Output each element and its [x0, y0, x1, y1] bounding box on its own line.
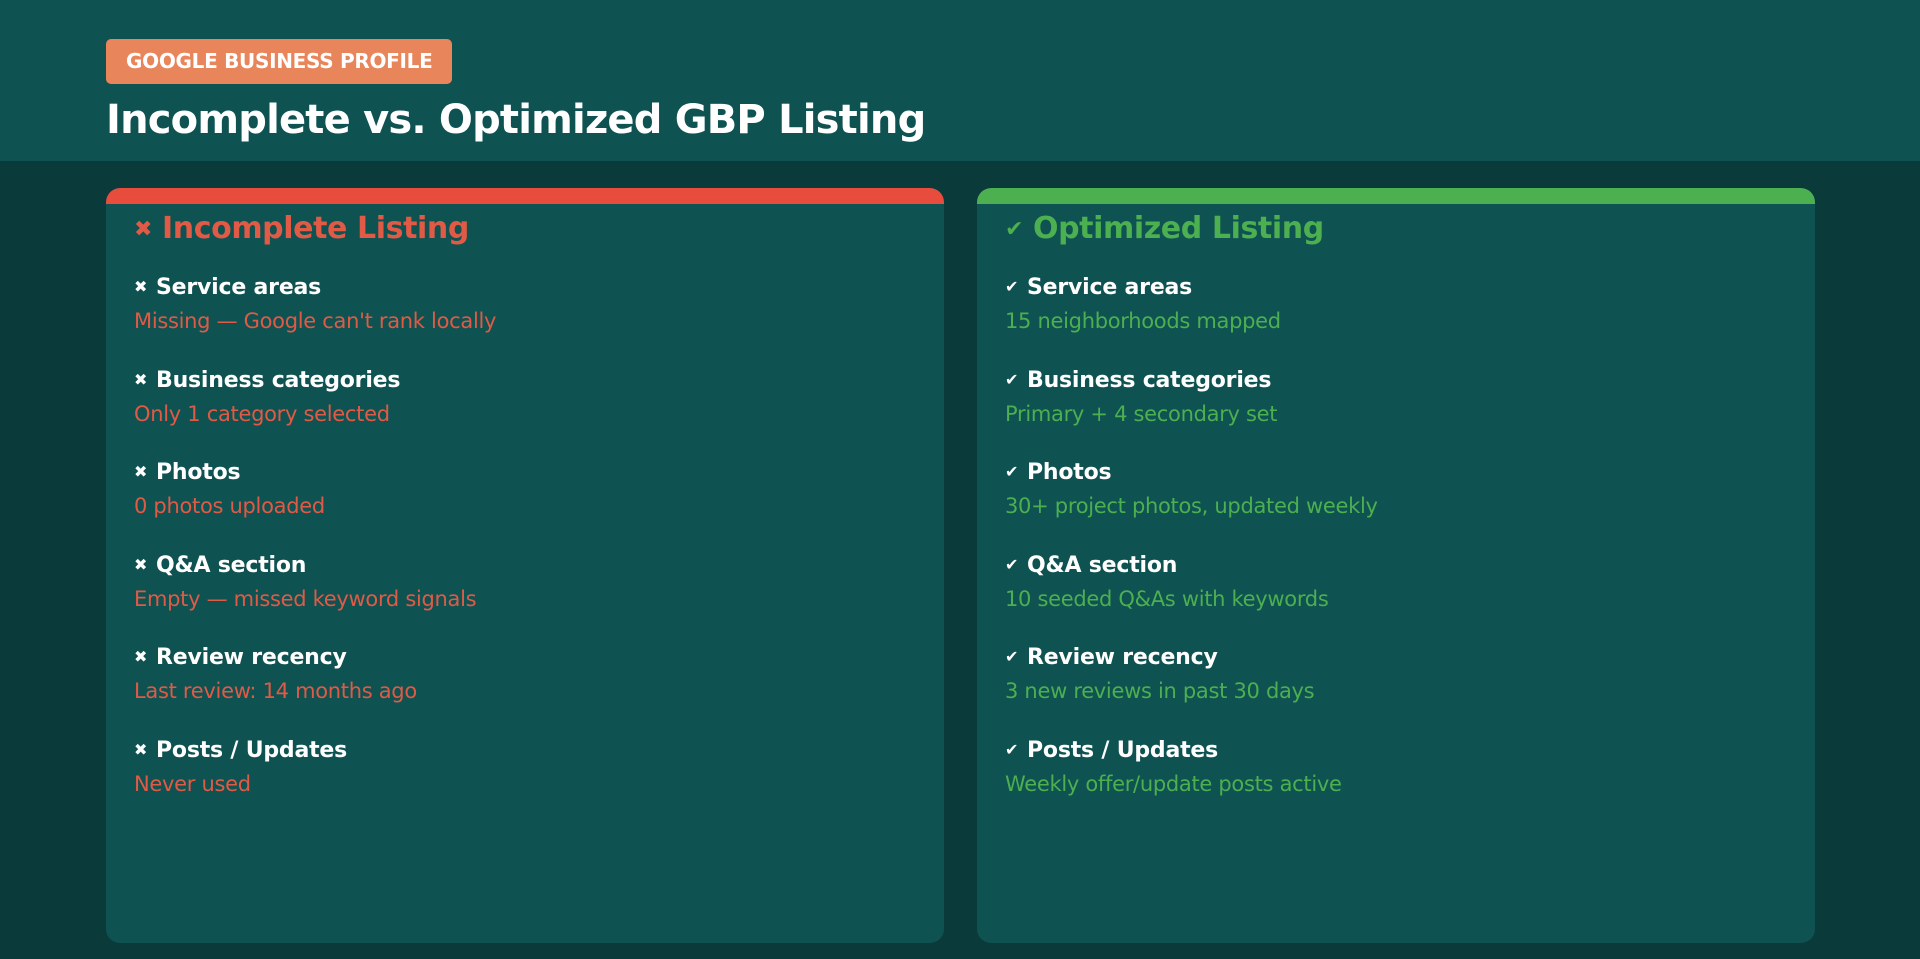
item-label: ✔ Service areas: [1005, 272, 1785, 303]
list-item: ✖ Posts / Updates Never used: [134, 735, 914, 828]
item-label: ✖ Photos: [134, 457, 914, 488]
item-label-text: Photos: [156, 460, 241, 485]
item-value: Never used: [134, 771, 251, 796]
item-label: ✖ Service areas: [134, 272, 914, 303]
list-item: ✔ Posts / Updates Weekly offer/update pos…: [1005, 735, 1785, 828]
optimized-listing-card: ✔ Optimized Listing ✔ Service areas 15 nei…: [977, 188, 1815, 943]
item-value: 0 photos uploaded: [134, 494, 325, 518]
item-label-text: Posts / Updates: [1027, 737, 1219, 763]
list-item: ✔ Review recency 3 new reviews in past 30…: [1005, 642, 1785, 735]
item-value: 10 seeded Q&As with keywords: [1005, 586, 1329, 611]
item-label: ✖ Q&A section: [134, 550, 914, 581]
optimized-card-title: ✔ Optimized Listing: [1005, 208, 1324, 251]
item-label-text: Review recency: [156, 645, 347, 670]
item-value: 3 new reviews in past 30 days: [1005, 679, 1315, 703]
cross-icon: ✖: [134, 369, 148, 389]
incomplete-accent-bar: [106, 188, 944, 204]
list-item: ✔ Photos 30+ project photos, updated week…: [1005, 457, 1785, 550]
item-label: ✔ Q&A section: [1005, 550, 1785, 581]
item-label: ✖ Posts / Updates: [134, 735, 914, 766]
item-label: ✖ Business categories: [134, 365, 914, 396]
list-item: ✖ Service areas Missing — Google can't ra…: [134, 272, 914, 365]
page-title: Incomplete vs. Optimized GBP Listing: [106, 97, 926, 143]
item-label: ✖ Review recency: [134, 642, 914, 673]
check-icon: ✔: [1005, 739, 1019, 759]
item-label-text: Photos: [1027, 460, 1112, 485]
check-icon: ✔: [1005, 462, 1019, 481]
incomplete-items: ✖ Service areas Missing — Google can't ra…: [134, 272, 914, 827]
item-value: Weekly offer/update posts active: [1005, 771, 1342, 796]
item-value: Primary + 4 secondary set: [1005, 401, 1278, 426]
item-label-text: Business categories: [156, 367, 401, 393]
item-value: Empty — missed keyword signals: [134, 586, 477, 611]
list-item: ✖ Photos 0 photos uploaded: [134, 457, 914, 550]
item-label-text: Posts / Updates: [156, 737, 348, 763]
list-item: ✖ Business categories Only 1 category sel…: [134, 365, 914, 458]
cross-icon: ✖: [134, 647, 148, 666]
item-label-text: Q&A section: [156, 552, 307, 578]
optimized-accent-bar: [977, 188, 1815, 204]
list-item: ✖ Q&A section Empty — missed keyword sign…: [134, 550, 914, 643]
item-label-text: Service areas: [156, 275, 322, 300]
item-label: ✔ Photos: [1005, 457, 1785, 488]
check-icon: ✔: [1005, 647, 1019, 666]
item-value: 15 neighborhoods mapped: [1005, 309, 1281, 333]
optimized-card-title-text: Optimized Listing: [1033, 211, 1324, 246]
item-value: 30+ project photos, updated weekly: [1005, 494, 1378, 518]
item-label: ✔ Business categories: [1005, 365, 1785, 396]
cross-icon: ✖: [134, 739, 148, 759]
header-band: GOOGLE BUSINESS PROFILE Incomplete vs. O…: [0, 0, 1920, 161]
list-item: ✔ Service areas 15 neighborhoods mapped: [1005, 272, 1785, 365]
check-icon: ✔: [1005, 554, 1019, 574]
item-label: ✔ Review recency: [1005, 642, 1785, 673]
item-label-text: Review recency: [1027, 645, 1218, 670]
item-label-text: Service areas: [1027, 275, 1193, 300]
item-value: Only 1 category selected: [134, 401, 390, 426]
incomplete-card-title-text: Incomplete Listing: [162, 211, 469, 246]
cross-icon: ✖: [134, 462, 148, 481]
incomplete-card-title: ✖ Incomplete Listing: [134, 208, 469, 251]
item-label-text: Q&A section: [1027, 552, 1178, 578]
check-icon: ✔: [1005, 369, 1019, 389]
item-value: Missing — Google can't rank locally: [134, 309, 497, 333]
incomplete-listing-card: ✖ Incomplete Listing ✖ Service areas Missi…: [106, 188, 944, 943]
optimized-items: ✔ Service areas 15 neighborhoods mapped ✔…: [1005, 272, 1785, 827]
cross-icon: ✖: [134, 217, 153, 242]
cross-icon: ✖: [134, 554, 148, 574]
item-value: Last review: 14 months ago: [134, 679, 417, 703]
cross-icon: ✖: [134, 277, 148, 296]
list-item: ✖ Review recency Last review: 14 months a…: [134, 642, 914, 735]
item-label-text: Business categories: [1027, 367, 1272, 393]
check-icon: ✔: [1005, 277, 1019, 296]
list-item: ✔ Q&A section 10 seeded Q&As with keyword…: [1005, 550, 1785, 643]
list-item: ✔ Business categories Primary + 4 seconda…: [1005, 365, 1785, 458]
category-badge: GOOGLE BUSINESS PROFILE: [106, 39, 453, 84]
item-label: ✔ Posts / Updates: [1005, 735, 1785, 766]
check-icon: ✔: [1005, 217, 1024, 242]
